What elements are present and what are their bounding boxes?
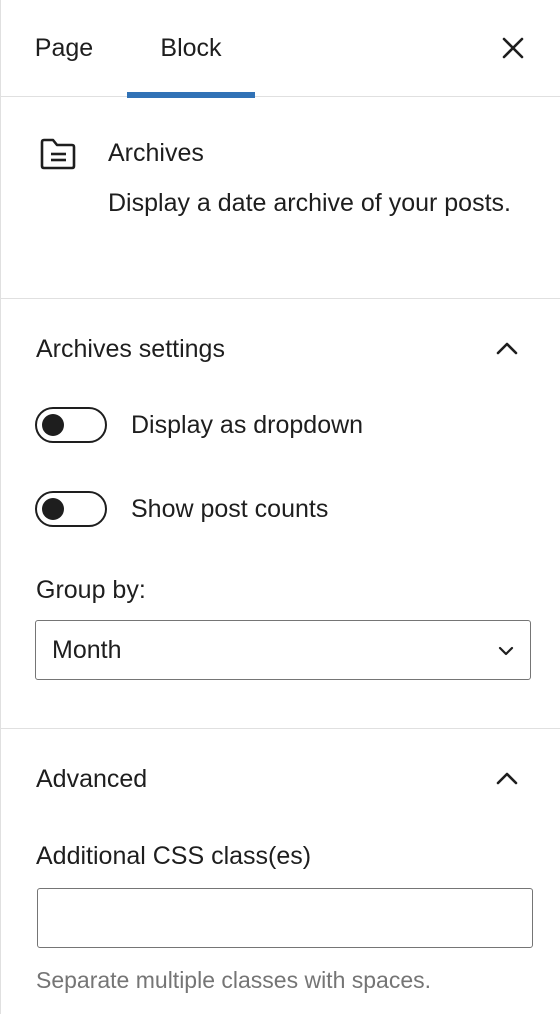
chevron-up-icon[interactable] — [494, 769, 520, 787]
chevron-up-icon[interactable] — [494, 339, 520, 357]
group-by-value: Month — [52, 635, 122, 664]
tab-page-label: Page — [34, 34, 94, 62]
additional-css-input[interactable] — [37, 888, 533, 948]
group-by-select[interactable]: Month — [35, 620, 531, 680]
advanced-header[interactable]: Advanced — [36, 765, 147, 794]
block-description: Display a date archive of your posts. — [108, 189, 511, 217]
archive-icon — [39, 137, 77, 176]
archives-settings-header[interactable]: Archives settings — [36, 335, 225, 364]
show-post-counts-label: Show post counts — [131, 494, 329, 523]
display-as-dropdown-toggle-row[interactable]: Display as dropdown — [35, 407, 363, 443]
close-sidebar-button[interactable] — [498, 33, 528, 63]
toggle-knob — [42, 498, 64, 520]
show-post-counts-toggle[interactable] — [35, 491, 107, 527]
toggle-knob — [42, 414, 64, 436]
advanced-panel: Advanced Additional CSS class(es) Separa… — [1, 729, 560, 1014]
group-by-label: Group by: — [36, 576, 146, 604]
display-as-dropdown-label: Display as dropdown — [131, 410, 364, 439]
tab-block[interactable]: Block — [127, 0, 255, 98]
block-title: Archives — [108, 139, 204, 167]
tab-block-label: Block — [160, 34, 222, 62]
archives-settings-panel: Archives settings Display as dropdown Sh… — [1, 299, 560, 729]
sidebar-tabbar: Page Block — [1, 0, 560, 98]
display-as-dropdown-toggle[interactable] — [35, 407, 107, 443]
additional-css-label: Additional CSS class(es) — [36, 842, 312, 870]
chevron-down-icon — [498, 646, 514, 656]
show-post-counts-toggle-row[interactable]: Show post counts — [35, 491, 328, 527]
additional-css-help: Separate multiple classes with spaces. — [36, 967, 432, 993]
block-card: Archives Display a date archive of your … — [1, 97, 560, 299]
close-icon — [502, 37, 524, 59]
block-settings-sidebar: Page Block Archives Display a date archi… — [0, 0, 560, 1014]
tab-page[interactable]: Page — [1, 0, 127, 97]
